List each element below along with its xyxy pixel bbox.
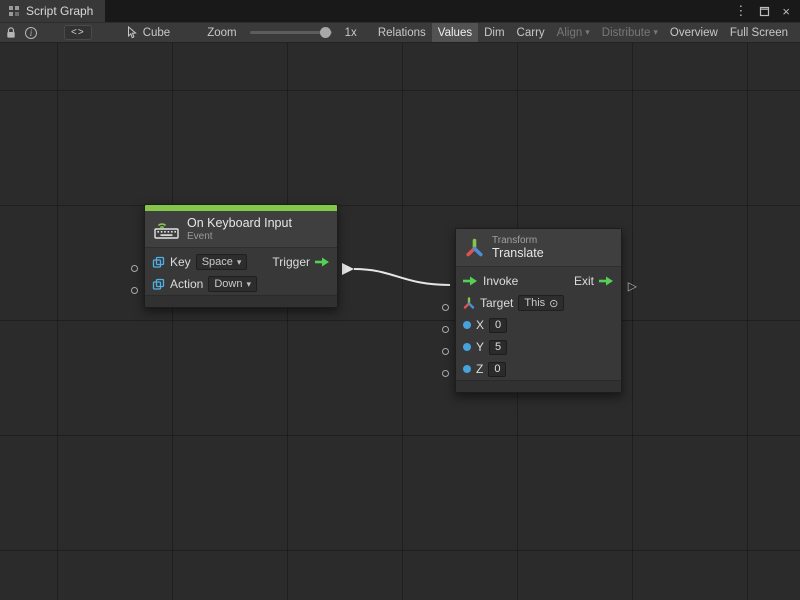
z-input-port[interactable] (442, 370, 449, 377)
y-value-field[interactable]: 5 (489, 340, 507, 355)
z-row: Z 0 (456, 358, 621, 380)
target-label: Target (480, 296, 513, 310)
toolbar-buttons: Relations Values Dim Carry Align▾ Distri… (372, 23, 794, 42)
connection-wire (0, 43, 800, 600)
x-label: X (476, 318, 484, 332)
invoke-label: Invoke (483, 274, 518, 288)
trigger-output-port[interactable] (315, 257, 330, 267)
dim-button[interactable]: Dim (478, 23, 510, 42)
align-dropdown: Align▾ (551, 23, 596, 42)
key-input-port[interactable] (131, 265, 138, 272)
script-graph-window: Script Graph ⋮ × i <> Cube (0, 0, 800, 600)
key-dropdown[interactable]: Space ▾ (196, 254, 248, 270)
key-row: Key Space ▾ Trigger (145, 251, 337, 273)
self-target-icon: ⊙ (549, 297, 558, 310)
carry-button[interactable]: Carry (511, 23, 551, 42)
keyboard-icon (154, 220, 179, 239)
exit-flow-port[interactable]: ▷ (628, 279, 637, 293)
transform-icon (465, 238, 484, 257)
x-value-field[interactable]: 0 (489, 318, 507, 333)
node-transform-translate[interactable]: Transform Translate Invoke Exit (455, 228, 622, 393)
value-input-icon (152, 256, 165, 269)
z-value-field[interactable]: 0 (488, 362, 506, 377)
node-footer (456, 380, 621, 392)
script-graph-icon (8, 5, 20, 17)
zoom-label: Zoom (207, 27, 236, 39)
zoom-slider-handle[interactable] (320, 27, 331, 38)
target-value-chip[interactable]: This ⊙ (518, 295, 564, 311)
maximize-icon[interactable] (759, 6, 770, 17)
node-title: On Keyboard Input (187, 216, 292, 230)
invoke-row: Invoke Exit (456, 270, 621, 292)
chevron-down-icon: ▾ (585, 27, 590, 38)
node-header: Transform Translate (456, 229, 621, 266)
action-dropdown[interactable]: Down ▾ (208, 276, 257, 292)
overview-button[interactable]: Overview (664, 23, 724, 42)
zoom-value: 1x (345, 27, 357, 39)
exit-output-port[interactable] (599, 276, 614, 286)
float-value-icon (463, 321, 471, 329)
graph-canvas[interactable]: On Keyboard Input Event Key Space ▾ (0, 43, 800, 600)
close-icon[interactable]: × (782, 4, 790, 19)
tab-label: Script Graph (26, 4, 93, 18)
relations-button[interactable]: Relations (372, 23, 432, 42)
chevron-down-icon: ▾ (246, 279, 251, 290)
z-label: Z (476, 362, 483, 376)
exit-label: Exit (574, 274, 594, 288)
float-value-icon (463, 365, 471, 373)
x-input-port[interactable] (442, 326, 449, 333)
info-icon[interactable]: i (25, 23, 37, 42)
node-category: Transform (492, 235, 544, 246)
node-subtitle: Event (187, 231, 292, 242)
transform-mini-icon (463, 297, 475, 309)
invoke-input-port[interactable] (463, 276, 478, 286)
fullscreen-button[interactable]: Full Screen (724, 23, 794, 42)
node-header: On Keyboard Input Event (145, 211, 337, 247)
y-row: Y 5 (456, 336, 621, 358)
target-input-port[interactable] (442, 304, 449, 311)
trigger-label: Trigger (272, 255, 310, 269)
chevron-down-icon: ▾ (653, 27, 658, 38)
node-body: Key Space ▾ Trigger (145, 247, 337, 295)
pointer-icon (127, 26, 138, 39)
action-label: Action (170, 277, 203, 291)
action-row: Action Down ▾ (145, 273, 337, 295)
distribute-dropdown: Distribute▾ (596, 23, 664, 42)
float-value-icon (463, 343, 471, 351)
tab-script-graph[interactable]: Script Graph (0, 0, 105, 22)
key-label: Key (170, 255, 191, 269)
node-footer (145, 295, 337, 307)
graph-owner-label: Cube (143, 27, 171, 39)
zoom-slider[interactable] (250, 31, 332, 34)
target-row: Target This ⊙ (456, 292, 621, 314)
window-menu-icon[interactable]: ⋮ (734, 3, 747, 19)
chevron-down-icon: ▾ (237, 257, 242, 268)
node-body: Invoke Exit Target (456, 266, 621, 380)
node-on-keyboard-input[interactable]: On Keyboard Input Event Key Space ▾ (144, 204, 338, 308)
value-input-icon (152, 278, 165, 291)
node-title: Translate (492, 246, 544, 260)
action-input-port[interactable] (131, 287, 138, 294)
y-input-port[interactable] (442, 348, 449, 355)
graph-owner[interactable]: Cube (127, 26, 171, 39)
x-row: X 0 (456, 314, 621, 336)
toolbar: i <> Cube Zoom 1x Relations Values Dim C… (0, 22, 800, 43)
titlebar: Script Graph ⋮ × (0, 0, 800, 22)
values-button[interactable]: Values (432, 23, 478, 42)
edit-source-icon[interactable]: <> (64, 25, 92, 40)
lock-icon[interactable] (6, 23, 16, 42)
y-label: Y (476, 340, 484, 354)
window-controls: ⋮ × (734, 0, 800, 22)
